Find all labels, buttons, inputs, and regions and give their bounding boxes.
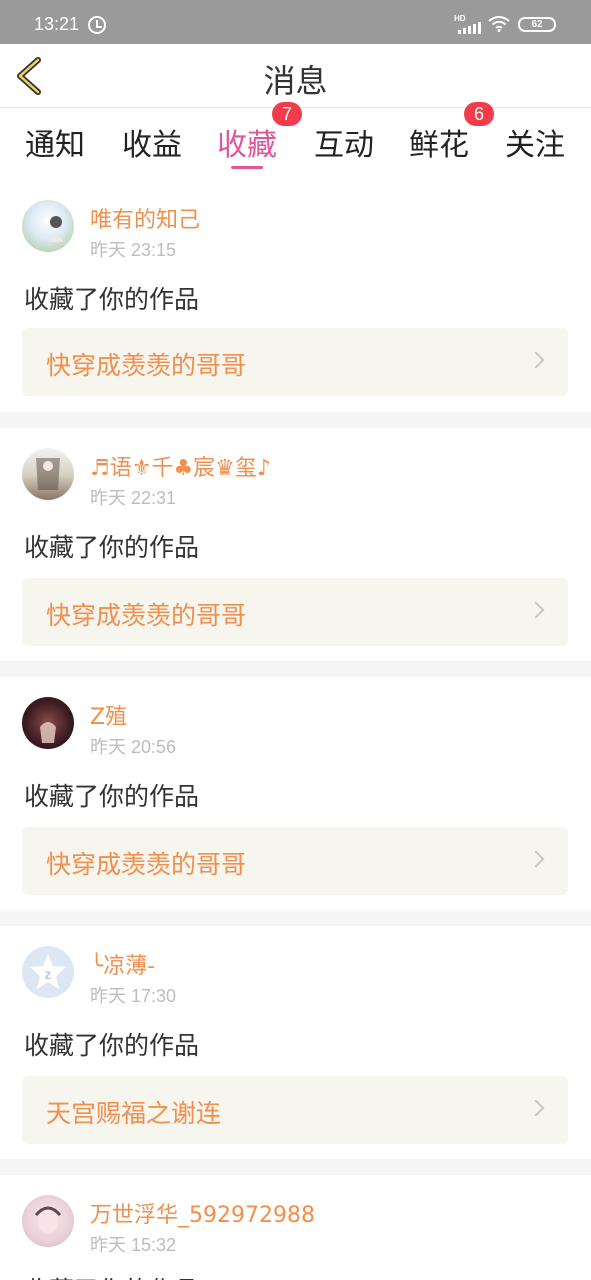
tab-bar: 通知 收益 收藏 7 互动 鲜花 6 关注 [0,102,591,182]
message-card: 万世浮华_592972988 昨天 15:32 收藏了你的作品 [0,1175,591,1280]
action-text: 收藏了你的作品 [24,285,200,314]
action-text: 收藏了你的作品 [24,1031,200,1060]
timestamp: 昨天 20:56 [90,737,177,757]
divider [0,1159,591,1175]
title-bar: 消息 [0,44,591,108]
username[interactable]: ╰凉薄- [90,948,155,980]
wifi-icon [488,16,510,32]
tab-interactions[interactable]: 互动 [304,120,384,164]
book-title: 快穿成羡羡的哥哥 [46,601,247,630]
timestamp: 昨天 22:31 [90,488,177,508]
svg-text:z: z [45,966,52,982]
book-link[interactable]: 快穿成羡羡的哥哥 [22,328,568,396]
timestamp: 昨天 17:30 [90,986,177,1006]
action-text: 收藏了你的作品 [24,533,200,562]
message-card: z ╰凉薄- 昨天 17:30 收藏了你的作品 天宫赐福之谢连 [0,926,591,1159]
username[interactable]: ♬语⚜千♣宸♛玺♪ [90,450,271,482]
action-text: 收藏了你的作品 [24,782,200,811]
signal-icon: HD [454,14,481,34]
tab-flowers[interactable]: 鲜花 [399,120,479,164]
alarm-icon [88,16,106,34]
book-title: 快穿成羡羡的哥哥 [46,850,247,879]
avatar[interactable] [22,697,74,749]
favorites-badge: 7 [272,102,302,126]
avatar[interactable]: z [22,946,74,998]
action-text: 收藏了你的作品 [24,1271,199,1280]
chevron-right-icon [527,1099,545,1117]
tab-notifications[interactable]: 通知 [15,120,95,164]
message-card: Z殖 昨天 20:56 收藏了你的作品 快穿成羡羡的哥哥 [0,677,591,910]
book-link[interactable]: 天宫赐福之谢连 [22,1076,568,1144]
avatar[interactable] [22,448,74,500]
avatar[interactable] [22,200,74,252]
status-time: 13:21 [34,14,80,34]
message-card: ♬语⚜千♣宸♛玺♪ 昨天 22:31 收藏了你的作品 快穿成羡羡的哥哥 [0,428,591,661]
book-title: 快穿成羡羡的哥哥 [46,351,247,380]
tab-following[interactable]: 关注 [495,120,575,164]
flowers-badge: 6 [464,102,494,126]
divider [0,910,591,926]
book-title: 天宫赐福之谢连 [46,1099,222,1128]
timestamp: 昨天 23:15 [90,240,177,260]
chevron-right-icon [527,601,545,619]
username[interactable]: 万世浮华_592972988 [90,1197,315,1229]
message-card: 唯有的知己 昨天 23:15 收藏了你的作品 快穿成羡羡的哥哥 [0,180,591,412]
chevron-right-icon [527,351,545,369]
divider [0,412,591,428]
tab-earnings[interactable]: 收益 [112,120,192,164]
avatar[interactable] [22,1195,74,1247]
default-avatar-icon: z [30,954,66,989]
divider [0,661,591,677]
book-link[interactable]: 快穿成羡羡的哥哥 [22,827,568,895]
username[interactable]: 唯有的知己 [90,202,200,234]
tab-favorites[interactable]: 收藏 [207,120,287,164]
battery-indicator: 62 [518,17,556,32]
username[interactable]: Z殖 [90,699,127,731]
chevron-right-icon [527,850,545,868]
timestamp: 昨天 15:32 [90,1235,177,1255]
status-bar: 13:21 HD 62 [0,0,591,44]
active-tab-indicator [231,166,263,169]
page-title: 消息 [263,62,328,100]
book-link[interactable]: 快穿成羡羡的哥哥 [22,578,568,646]
